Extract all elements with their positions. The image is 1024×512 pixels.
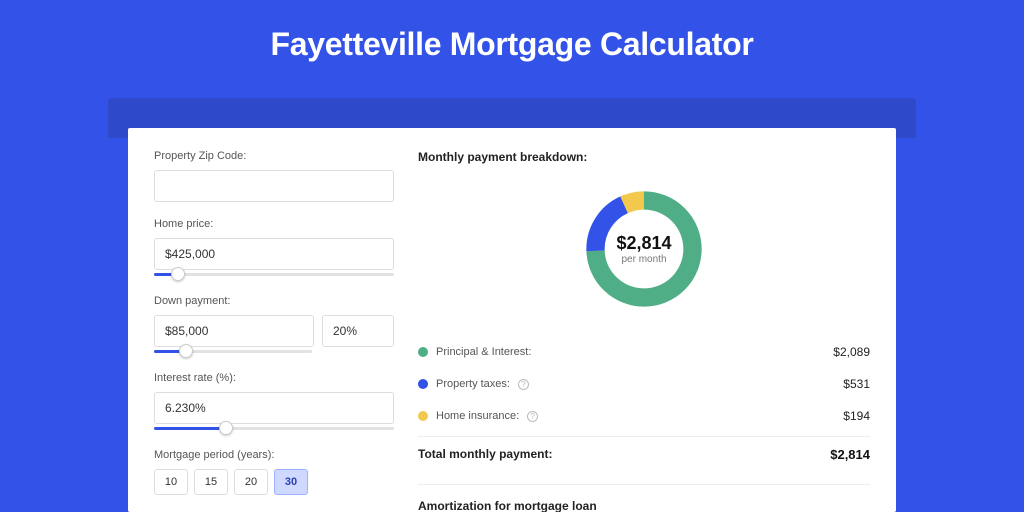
legend-value: $194 — [843, 409, 870, 423]
interest-input[interactable] — [154, 392, 394, 424]
period-button-20[interactable]: 20 — [234, 469, 268, 495]
down-payment-pct-input[interactable] — [322, 315, 394, 347]
slider-track — [154, 273, 394, 276]
donut-amount: $2,814 — [616, 233, 671, 254]
down-payment-slider[interactable] — [154, 346, 312, 356]
interest-label: Interest rate (%): — [154, 372, 394, 384]
slider-thumb[interactable] — [171, 267, 185, 281]
page-title: Fayetteville Mortgage Calculator — [0, 0, 1024, 81]
total-label: Total monthly payment: — [418, 447, 552, 462]
slider-thumb[interactable] — [219, 421, 233, 435]
amortization-section: Amortization for mortgage loan Amortizat… — [418, 484, 870, 512]
slider-fill — [154, 427, 226, 430]
home-price-label: Home price: — [154, 218, 394, 230]
calculator-card: Property Zip Code: Home price: Down paym… — [128, 128, 896, 512]
legend-row: Property taxes:? $531 — [418, 368, 870, 400]
period-button-15[interactable]: 15 — [194, 469, 228, 495]
info-icon[interactable]: ? — [518, 379, 529, 390]
total-value: $2,814 — [830, 447, 870, 462]
legend-row: Principal & Interest: $2,089 — [418, 336, 870, 368]
slider-thumb[interactable] — [179, 344, 193, 358]
info-icon[interactable]: ? — [527, 411, 538, 422]
home-price-input[interactable] — [154, 238, 394, 270]
legend-label: Property taxes: — [436, 378, 510, 390]
down-payment-input[interactable] — [154, 315, 314, 347]
home-price-slider[interactable] — [154, 269, 394, 279]
legend-dot-icon — [418, 411, 428, 421]
legend-value: $531 — [843, 377, 870, 391]
donut-center: $2,814 per month — [616, 233, 671, 265]
donut-chart: $2,814 per month — [418, 174, 870, 324]
legend-list: Principal & Interest: $2,089 Property taxe… — [418, 336, 870, 432]
period-button-group: 10152030 — [154, 469, 394, 495]
legend-value: $2,089 — [833, 345, 870, 359]
down-payment-label: Down payment: — [154, 295, 394, 307]
zip-label: Property Zip Code: — [154, 150, 394, 162]
interest-slider[interactable] — [154, 423, 394, 433]
legend-row: Home insurance:? $194 — [418, 400, 870, 432]
total-row: Total monthly payment: $2,814 — [418, 436, 870, 472]
breakdown-title: Monthly payment breakdown: — [418, 150, 870, 164]
period-button-10[interactable]: 10 — [154, 469, 188, 495]
donut-sub: per month — [616, 254, 671, 265]
form-column: Property Zip Code: Home price: Down paym… — [154, 150, 394, 490]
amortization-title: Amortization for mortgage loan — [418, 499, 870, 512]
period-button-30[interactable]: 30 — [274, 469, 308, 495]
zip-input[interactable] — [154, 170, 394, 202]
legend-dot-icon — [418, 379, 428, 389]
legend-dot-icon — [418, 347, 428, 357]
breakdown-column: Monthly payment breakdown: $2,814 per mo… — [418, 150, 870, 490]
legend-label: Home insurance: — [436, 410, 519, 422]
period-label: Mortgage period (years): — [154, 449, 394, 461]
legend-label: Principal & Interest: — [436, 346, 531, 358]
